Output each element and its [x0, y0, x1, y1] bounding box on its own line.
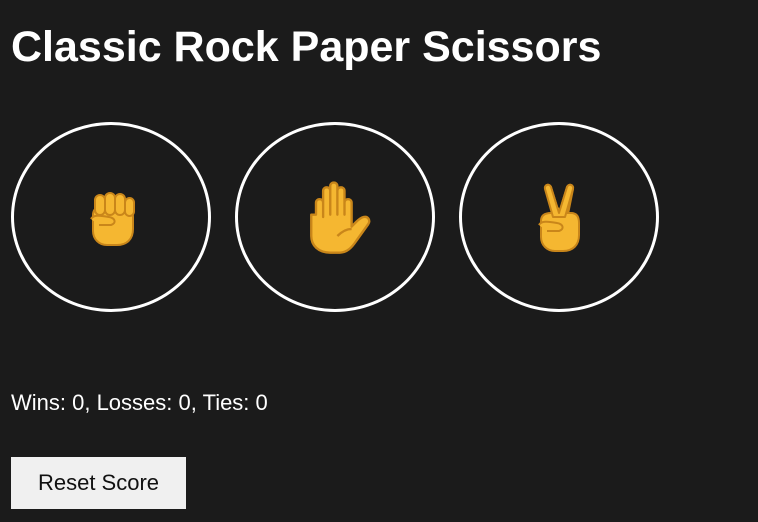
raised-fist-icon [90, 192, 135, 246]
paper-button[interactable] [235, 122, 435, 312]
score-display: Wins: 0, Losses: 0, Ties: 0 [11, 390, 268, 415]
game-title: Classic Rock Paper Scissors [11, 23, 602, 71]
reset-score-button[interactable]: Reset Score [11, 457, 186, 509]
raised-hand-icon [310, 181, 371, 254]
victory-hand-icon [538, 183, 580, 252]
rock-button[interactable] [11, 122, 211, 312]
scissors-button[interactable] [459, 122, 659, 312]
choice-buttons [11, 122, 659, 312]
